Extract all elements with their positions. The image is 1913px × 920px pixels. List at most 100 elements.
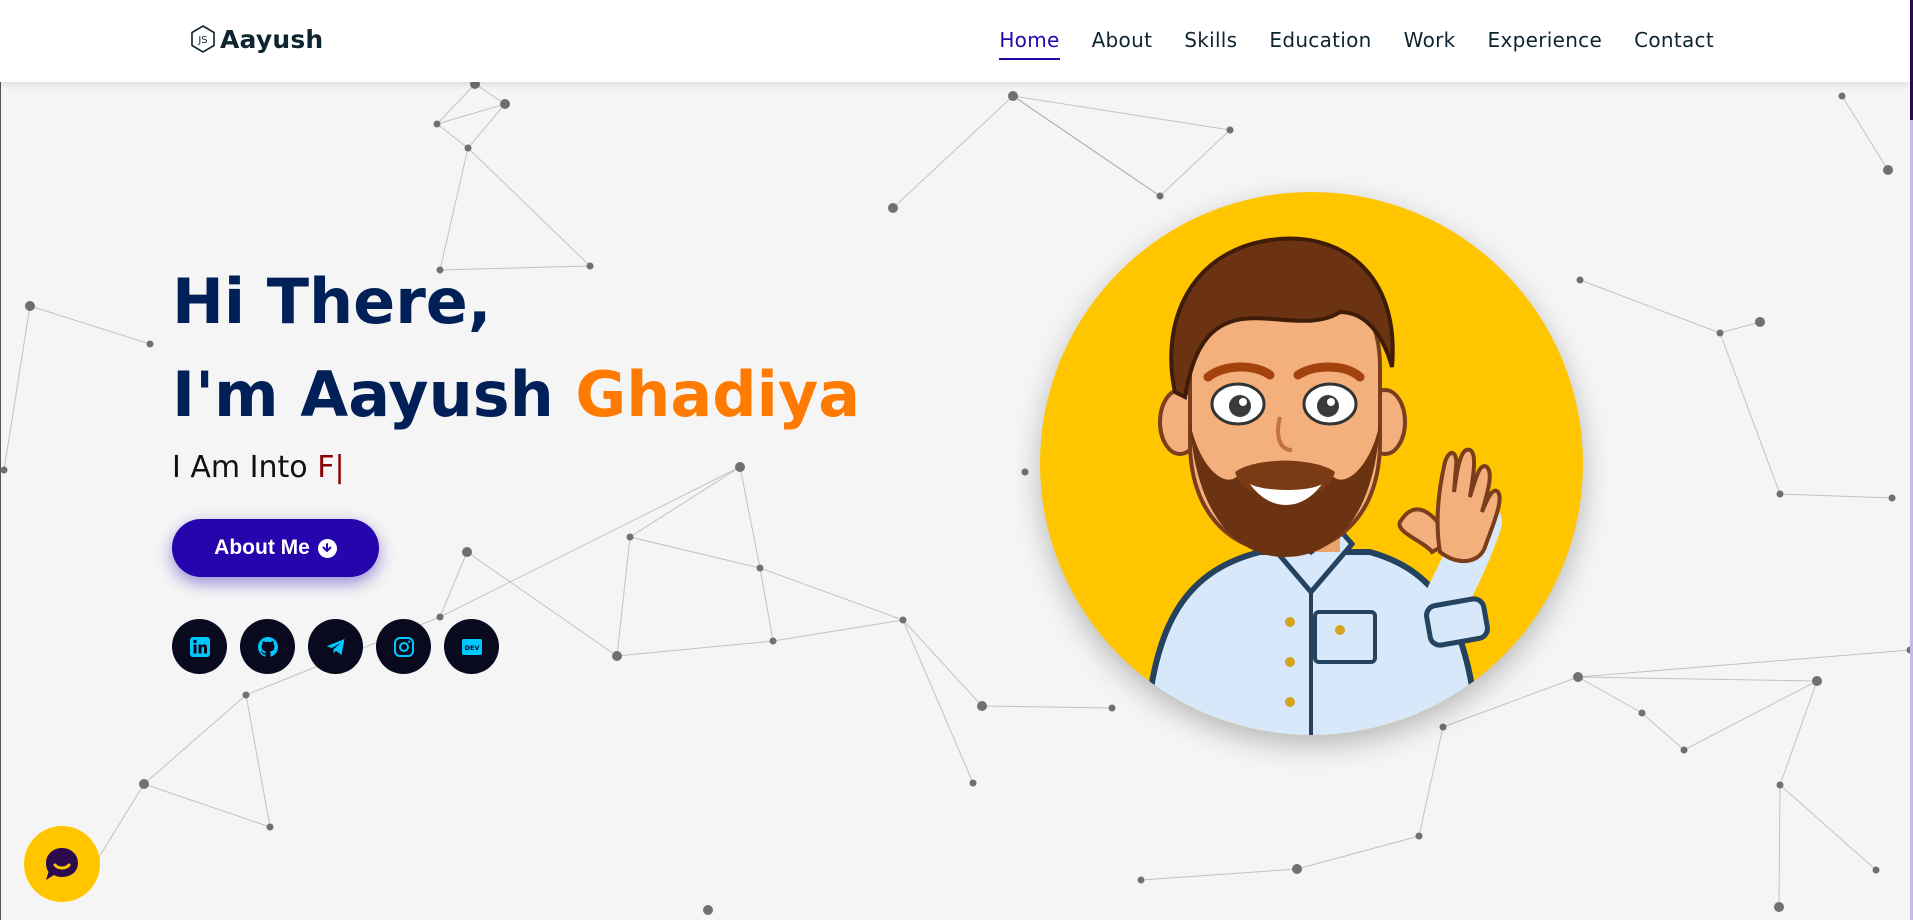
network-node: [1108, 704, 1116, 712]
network-node: [1226, 126, 1234, 134]
network-line: [616, 536, 631, 657]
main-nav: Home About Skills Education Work Experie…: [999, 28, 1714, 60]
nav-experience[interactable]: Experience: [1488, 28, 1603, 60]
instagram-link[interactable]: [376, 619, 431, 674]
network-line: [439, 466, 741, 618]
network-node: [1292, 864, 1302, 874]
network-node: [888, 203, 898, 213]
network-node: [1755, 317, 1765, 327]
typed-text: F: [317, 450, 335, 485]
chat-button[interactable]: [24, 826, 100, 902]
nav-home[interactable]: Home: [999, 28, 1060, 60]
nav-skills[interactable]: Skills: [1184, 28, 1237, 60]
network-node: [1415, 832, 1423, 840]
dev-icon-text: DEV: [464, 644, 479, 652]
network-node: [25, 301, 35, 311]
network-node: [626, 533, 634, 541]
network-line: [759, 567, 774, 642]
network-line: [1641, 712, 1685, 751]
telegram-icon: [326, 638, 344, 655]
network-line: [1579, 279, 1721, 334]
network-line: [474, 83, 506, 105]
network-line: [1140, 868, 1298, 881]
network-node: [266, 823, 274, 831]
network-line: [1683, 680, 1818, 751]
network-node: [1883, 165, 1893, 175]
network-node: [1573, 672, 1583, 682]
nav-contact[interactable]: Contact: [1634, 28, 1714, 60]
greeting-line1: Hi There,: [172, 265, 492, 338]
network-node: [1439, 723, 1447, 731]
about-me-button[interactable]: About Me: [172, 519, 379, 577]
network-line: [616, 640, 774, 657]
network-node: [0, 466, 8, 474]
network-node: [1716, 329, 1724, 337]
network-line: [1159, 129, 1231, 197]
brand[interactable]: JS Aayush: [190, 24, 323, 54]
github-link[interactable]: [240, 619, 295, 674]
network-line: [759, 567, 904, 621]
network-line: [436, 103, 506, 125]
network-line: [29, 305, 151, 345]
network-line: [1577, 649, 1911, 678]
network-line: [1841, 95, 1889, 171]
network-node: [1156, 192, 1164, 200]
network-node: [242, 691, 250, 699]
network-line: [436, 123, 469, 149]
network-node: [464, 144, 472, 152]
network-node: [735, 462, 745, 472]
network-node: [1774, 902, 1784, 912]
network-line: [739, 466, 761, 569]
network-node: [977, 701, 987, 711]
telegram-link[interactable]: [308, 619, 363, 674]
network-line: [1719, 332, 1781, 495]
linkedin-link[interactable]: [172, 619, 227, 674]
network-line: [981, 705, 1113, 709]
bitmoji-avatar-image: [1142, 236, 1502, 735]
profile-avatar: [1040, 192, 1583, 735]
typed-prefix: I Am Into: [172, 450, 308, 485]
network-node: [1680, 746, 1688, 754]
network-node: [1872, 866, 1880, 874]
network-node: [1021, 468, 1029, 476]
network-line: [1779, 784, 1877, 871]
network-line: [1779, 493, 1893, 499]
network-node: [1812, 676, 1822, 686]
network-node: [433, 120, 441, 128]
network-line: [143, 783, 271, 828]
network-node: [756, 564, 764, 572]
network-node: [1776, 490, 1784, 498]
network-line: [629, 536, 761, 569]
network-node: [146, 340, 154, 348]
greeting-surname: Ghadiya: [575, 358, 861, 431]
network-node: [1137, 876, 1145, 884]
typed-line: I Am Into F|: [172, 450, 345, 485]
nav-education[interactable]: Education: [1269, 28, 1371, 60]
svg-text:JS: JS: [197, 35, 207, 46]
brand-name: Aayush: [220, 24, 324, 54]
dev-icon: DEV: [461, 638, 482, 655]
network-node: [1838, 92, 1846, 100]
nav-about[interactable]: About: [1092, 28, 1153, 60]
network-line: [1418, 726, 1444, 837]
dev-link[interactable]: DEV: [444, 619, 499, 674]
network-line: [1719, 321, 1761, 334]
nav-work[interactable]: Work: [1404, 28, 1456, 60]
github-icon: [257, 636, 278, 657]
network-node: [612, 651, 622, 661]
network-line: [439, 551, 468, 618]
network-line: [467, 147, 591, 267]
nodejs-hexagon-icon: JS: [191, 25, 215, 53]
network-node: [703, 905, 713, 915]
network-line: [1012, 95, 1231, 131]
network-line: [892, 95, 1014, 209]
network-node: [139, 779, 149, 789]
network-node: [769, 637, 777, 645]
network-line: [629, 466, 741, 538]
network-node: [1008, 91, 1018, 101]
network-line: [1296, 835, 1420, 870]
network-line: [439, 147, 469, 271]
greeting-name: I'm Aayush: [172, 358, 554, 431]
network-line: [143, 694, 247, 785]
network-node: [462, 547, 472, 557]
